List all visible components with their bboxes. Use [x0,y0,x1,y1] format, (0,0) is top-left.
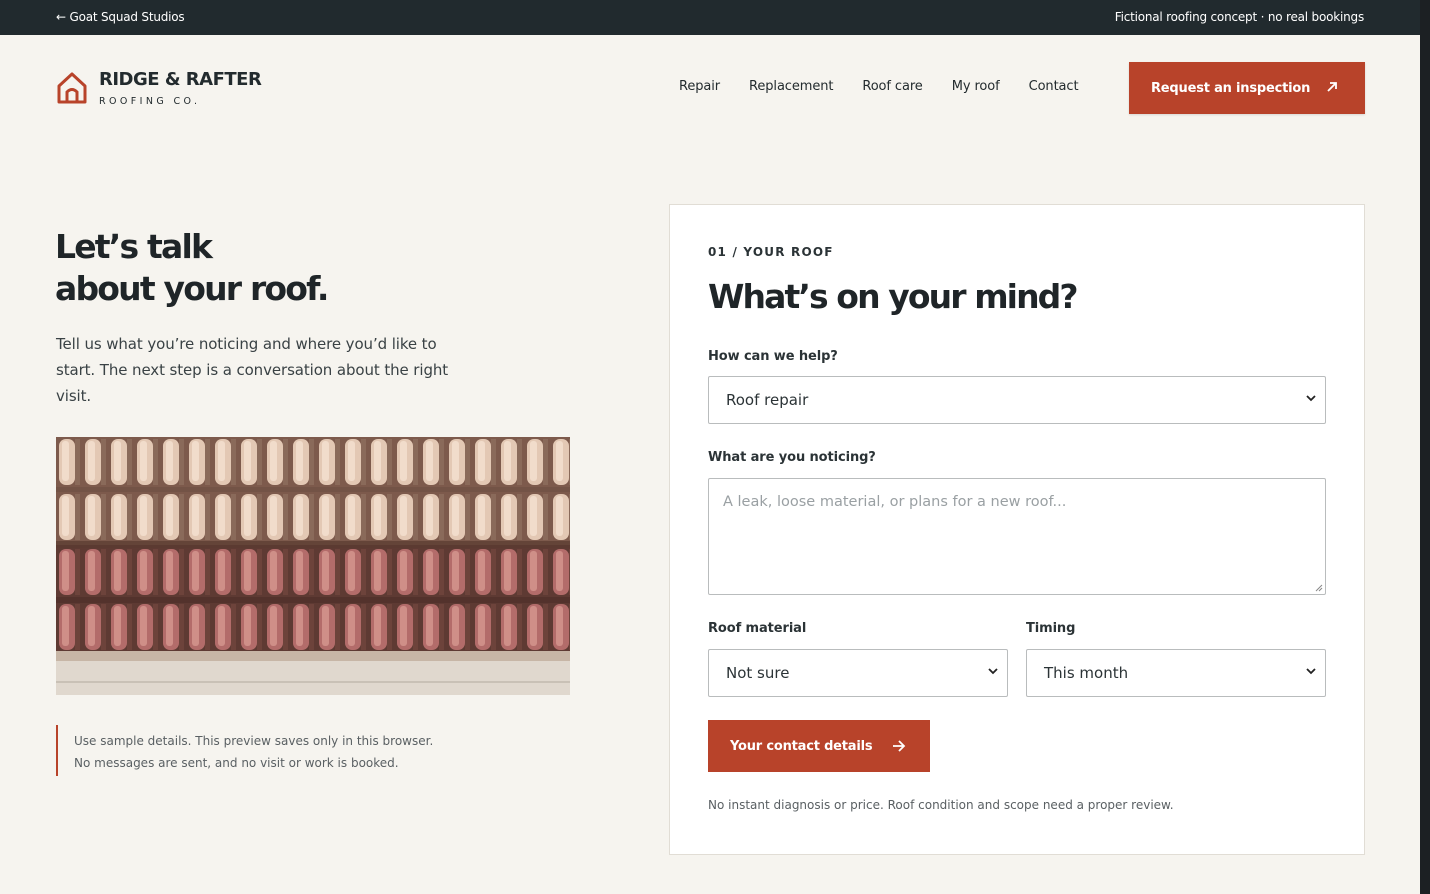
contact-details-button[interactable]: Your contact details [708,720,930,772]
request-inspection-button[interactable]: Request an inspection [1129,62,1365,114]
house-icon [57,72,87,104]
nav-repair[interactable]: Repair [679,79,720,94]
brand-tagline: ROOFING CO. [99,96,201,107]
material-select[interactable]: Not sure [708,649,1008,697]
preview-disclaimer: Use sample details. This preview saves o… [56,725,476,776]
concept-note: Fictional roofing concept · no real book… [1114,10,1364,24]
nav-contact[interactable]: Contact [1029,79,1079,94]
chevron-down-icon [988,668,998,675]
contact-details-label: Your contact details [730,738,873,754]
hero-title-line-2: about your roof. [55,269,329,308]
chevron-down-icon [1306,668,1316,675]
timing-label: Timing [1026,621,1076,636]
brand-name: RIDGE & RAFTER [99,69,262,90]
disclaimer-line-1: Use sample details. This preview saves o… [74,734,434,748]
roof-tiles-image [56,437,570,695]
chevron-down-icon [1306,395,1316,402]
window-edge [1420,0,1430,894]
disclaimer-line-2: No messages are sent, and no visit or wo… [74,756,399,770]
noticing-textarea[interactable]: A leak, loose material, or plans for a n… [708,478,1326,595]
nav-replacement[interactable]: Replacement [749,79,833,94]
form-title: What’s on your mind? [708,277,1079,316]
noticing-placeholder: A leak, loose material, or plans for a n… [723,494,1067,510]
material-label: Roof material [708,621,807,636]
help-select-value: Roof repair [726,391,809,409]
help-select[interactable]: Roof repair [708,376,1326,424]
main-nav: Repair Replacement Roof care My roof Con… [679,79,1107,94]
arrow-up-right-icon [1327,82,1337,92]
hero-title-line-1: Let’s talk [55,227,213,266]
request-inspection-label: Request an inspection [1151,80,1311,96]
timing-select-value: This month [1044,664,1129,682]
hero-title: Let’s talk about your roof. [55,226,455,310]
nav-my-roof[interactable]: My roof [952,79,1000,94]
back-link[interactable]: ← Goat Squad Studios [56,10,185,24]
roof-tiles-photo [56,437,570,695]
form-fine-print: No instant diagnosis or price. Roof cond… [708,798,1174,812]
step-indicator: 01 / YOUR ROOF [708,245,834,259]
help-label: How can we help? [708,349,838,364]
nav-roof-care[interactable]: Roof care [862,79,922,94]
material-select-value: Not sure [726,664,790,682]
resize-handle-icon[interactable] [1314,583,1323,592]
top-announcement-bar: ← Goat Squad Studios Fictional roofing c… [0,0,1420,35]
noticing-label: What are you noticing? [708,450,876,465]
roof-form-card: 01 / YOUR ROOF What’s on your mind? How … [669,204,1365,855]
timing-select[interactable]: This month [1026,649,1326,697]
hero-description: Tell us what you’re noticing and where y… [56,335,449,405]
arrow-right-icon [893,740,906,752]
